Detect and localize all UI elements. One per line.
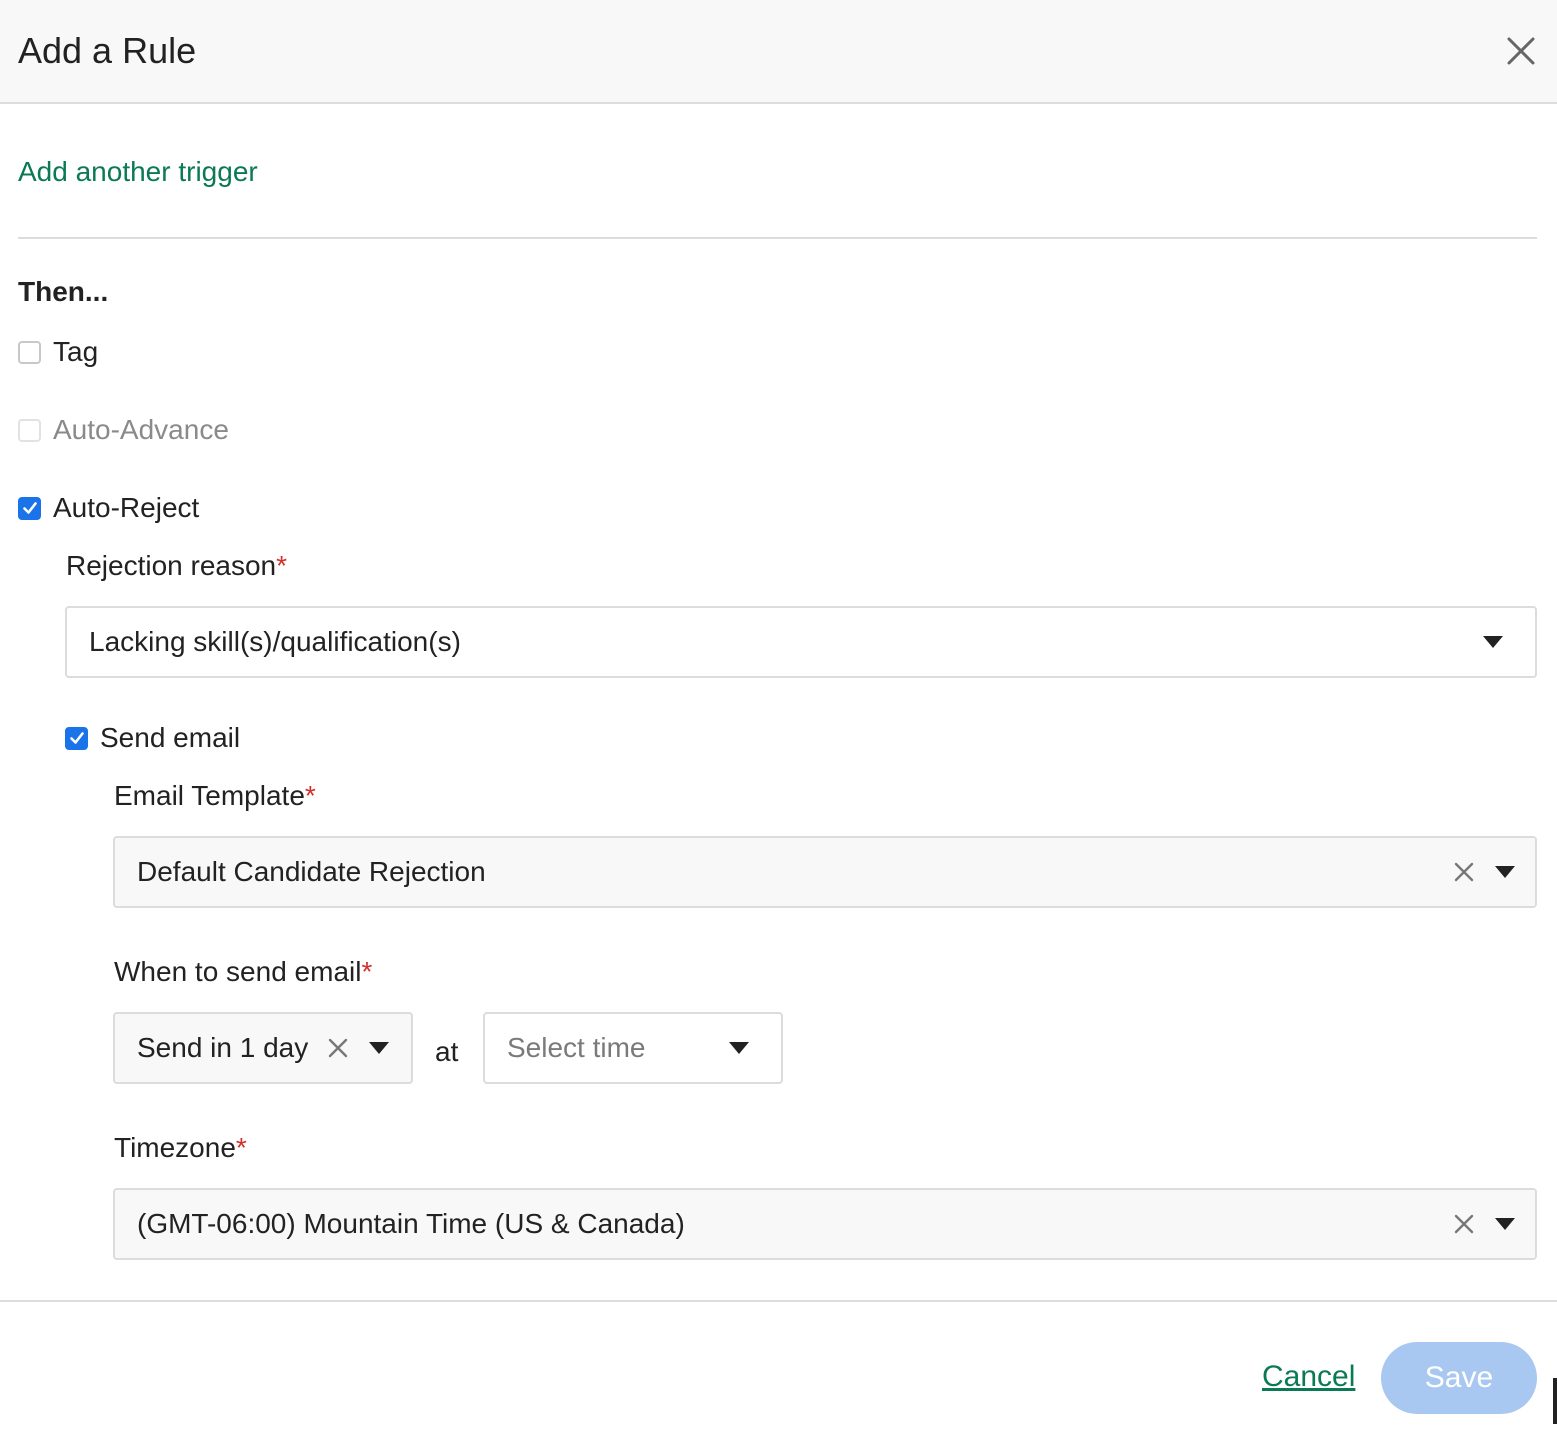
timezone-select[interactable]: (GMT-06:00) Mountain Time (US & Canada) [113,1188,1537,1260]
modal-header: Add a Rule [0,0,1557,104]
auto-reject-checkbox[interactable] [18,496,41,520]
rejection-reason-value: Lacking skill(s)/qualification(s) [89,626,461,657]
tag-label: Tag [53,336,99,367]
auto-advance-label: Auto-Advance [53,414,229,445]
required-marker: * [235,1132,247,1163]
send-time-placeholder: Select time [507,1032,646,1063]
required-marker: * [361,956,373,987]
send-email-checkbox[interactable] [65,726,88,750]
chevron-down-icon [1495,1218,1515,1230]
then-section-title: Then... [18,276,109,307]
send-delay-value: Send in 1 day [137,1032,309,1063]
auto-advance-checkbox [18,418,41,442]
checkmark-icon [22,502,37,514]
tag-option[interactable]: Tag [18,336,98,368]
modal-title: Add a Rule [18,30,197,71]
when-to-send-label: When to send email* [114,956,373,987]
divider [18,237,1537,239]
auto-advance-option: Auto-Advance [18,414,229,446]
send-delay-select[interactable]: Send in 1 day [113,1012,413,1084]
window-edge [1553,1378,1557,1424]
cancel-button[interactable]: Cancel [1262,1360,1355,1394]
required-marker: * [276,550,288,581]
chevron-down-icon [729,1042,749,1054]
send-email-label: Send email [100,722,241,753]
chevron-down-icon [1483,636,1503,648]
required-marker: * [304,780,316,811]
send-email-option[interactable]: Send email [65,722,240,754]
checkmark-icon [69,732,84,744]
rejection-reason-label: Rejection reason* [66,550,288,581]
add-another-trigger-link[interactable]: Add another trigger [18,156,258,188]
timezone-value: (GMT-06:00) Mountain Time (US & Canada) [137,1208,685,1239]
at-label: at [435,1036,459,1067]
send-time-select[interactable]: Select time [483,1012,783,1084]
email-template-label: Email Template* [114,780,316,811]
rejection-reason-select[interactable]: Lacking skill(s)/qualification(s) [65,606,1537,678]
clear-icon[interactable] [1453,861,1475,883]
email-template-select[interactable]: Default Candidate Rejection [113,836,1537,908]
save-button[interactable]: Save [1381,1342,1537,1414]
clear-icon[interactable] [1453,1213,1475,1235]
chevron-down-icon [369,1042,389,1054]
auto-reject-option[interactable]: Auto-Reject [18,492,199,524]
timezone-label: Timezone* [114,1132,247,1163]
footer-divider [0,1300,1557,1302]
email-template-value: Default Candidate Rejection [137,856,486,887]
tag-checkbox[interactable] [18,340,41,364]
add-rule-modal: Add a Rule Add another trigger Then... T… [0,0,1557,1450]
clear-icon[interactable] [327,1037,349,1059]
chevron-down-icon [1495,866,1515,878]
auto-reject-label: Auto-Reject [53,492,200,523]
close-icon[interactable] [1500,30,1542,72]
